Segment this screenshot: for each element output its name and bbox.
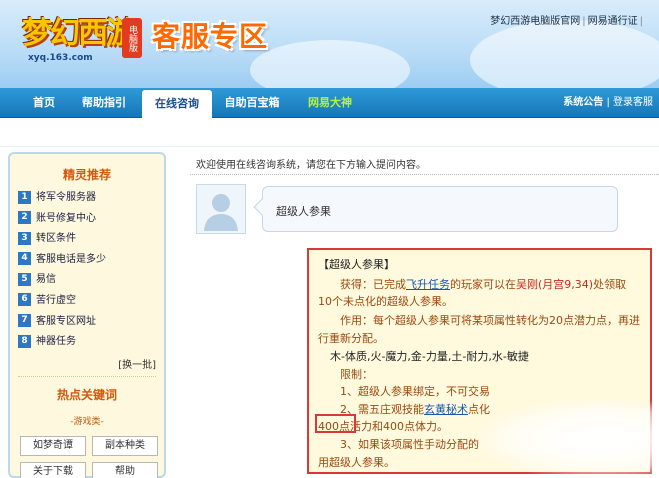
- limit-text: 和400点体力。: [372, 420, 448, 433]
- answer-attributes: 木-体质,火-魔力,金-力量,土-耐力,水-敏捷: [330, 350, 529, 363]
- item-number: 1: [18, 190, 31, 204]
- welcome-text: 欢迎使用在线咨询系统，请您在下方输入提问内容。: [196, 160, 426, 171]
- list-item[interactable]: 1 将军令服务器: [18, 188, 158, 209]
- item-number: 7: [18, 314, 31, 328]
- header-cloud: [250, 40, 410, 88]
- item-label: 账号修复中心: [36, 212, 96, 224]
- answer-obtain: 获得：已完成飞升任务的玩家可以在吴刚(月宫9,34)处领取: [340, 276, 626, 292]
- answer-limit-3-line2: 用超级人参果。: [318, 456, 395, 469]
- link-separator: |: [639, 16, 643, 27]
- list-item[interactable]: 3 转区条件: [18, 229, 158, 250]
- nav-help[interactable]: 帮助指引: [72, 88, 136, 118]
- sidebar-title: 精灵推荐: [62, 168, 111, 182]
- highlight-box: [315, 414, 356, 433]
- answer-title: 【超级人参果】: [318, 258, 395, 271]
- answer-limit-2: 2、需五庄观技能玄黄秘术点化: [340, 401, 490, 417]
- answer-limit-1: 1、超级人参果绑定，不可交易: [340, 385, 490, 398]
- obtain-text: 获得：已完成: [340, 278, 406, 291]
- top-links: 梦幻西游电脑版官网 | 网易通行证 |: [490, 12, 645, 27]
- link-separator: |: [582, 16, 586, 27]
- nav-online-consult[interactable]: 在线咨询: [142, 90, 212, 119]
- item-number: 3: [18, 231, 31, 245]
- tag-button[interactable]: 帮助: [92, 462, 158, 478]
- hot-keywords-title: 热点关键词: [56, 388, 117, 402]
- sidebar: 精灵推荐 1 将军令服务器 2 账号修复中心 3 转区条件 4 客服电话是多少 5 易信 …: [8, 152, 166, 478]
- list-item[interactable]: 4 客服电话是多少: [18, 250, 158, 271]
- system-notice-link[interactable]: 系统公告: [563, 97, 603, 108]
- answer-use: 作用：每个超级人参果可将某项属性转化为20点潜力点，再进: [340, 314, 640, 327]
- list-item[interactable]: 8 神器任务: [18, 332, 158, 353]
- item-label: 易信: [36, 274, 56, 286]
- item-number: 8: [18, 334, 31, 348]
- item-number: 4: [18, 252, 31, 266]
- swap-batch-link[interactable]: [换一批]: [118, 356, 156, 371]
- item-label: 转区条件: [36, 233, 76, 245]
- item-number: 6: [18, 293, 31, 307]
- logo-badge: 电脑版: [122, 18, 142, 58]
- item-label: 苦行虚空: [36, 294, 76, 306]
- list-item[interactable]: 7 客服专区网址: [18, 312, 158, 333]
- login-link[interactable]: 登录客服: [613, 97, 653, 108]
- item-number: 2: [18, 211, 31, 225]
- zone-title: 客服专区: [152, 20, 269, 53]
- watermark-overlay: [478, 400, 659, 478]
- main-nav: 首页 帮助指引 在线咨询 自助百宝箱 网易大神 系统公告 | 登录客服: [0, 88, 659, 119]
- item-label: 神器任务: [36, 336, 76, 348]
- item-label: 客服专区网址: [36, 315, 96, 327]
- user-silhouette-icon: [204, 194, 238, 231]
- tag-button[interactable]: 如梦奇谭: [20, 436, 86, 456]
- answer-obtain-line2: 10个未点化的超级人参果。: [318, 295, 453, 308]
- sidebar-divider: [18, 376, 156, 377]
- nav-netease-dashen[interactable]: 网易大神: [296, 88, 364, 118]
- answer-limit-title: 限制：: [340, 368, 373, 381]
- site-header: 梦幻西游 电脑版 xyq.163.com 客服专区 梦幻西游电脑版官网 | 网易通行…: [0, 0, 659, 88]
- official-site-link[interactable]: 梦幻西游电脑版官网: [490, 16, 580, 27]
- skill-link[interactable]: 玄黄秘术: [424, 403, 468, 416]
- nav-self-service[interactable]: 自助百宝箱: [218, 88, 286, 118]
- list-item[interactable]: 6 苦行虚空: [18, 291, 158, 312]
- question-text: 超级人参果: [276, 205, 331, 218]
- item-label: 客服电话是多少: [36, 253, 106, 265]
- answer-limit-3: 3、如果该项属性手动分配的: [340, 438, 479, 451]
- question-bubble: 超级人参果: [253, 186, 618, 232]
- list-item[interactable]: 2 账号修复中心: [18, 209, 158, 230]
- item-number: 5: [18, 272, 31, 286]
- tag-button[interactable]: 副本种类: [92, 436, 158, 456]
- user-avatar: [196, 184, 246, 234]
- nav-home[interactable]: 首页: [22, 88, 66, 118]
- obtain-text: 处领取: [593, 278, 627, 291]
- recommend-list: 1 将军令服务器 2 账号修复中心 3 转区条件 4 客服电话是多少 5 易信 6 苦行虚空…: [18, 188, 158, 353]
- ascension-quest-link[interactable]: 飞升任务: [406, 278, 450, 291]
- passport-link[interactable]: 网易通行证: [588, 16, 638, 27]
- game-logo[interactable]: 梦幻西游 电脑版 xyq.163.com: [8, 6, 146, 66]
- item-label: 将军令服务器: [36, 192, 96, 203]
- header-cloud: [470, 20, 659, 88]
- welcome-divider: [190, 174, 659, 175]
- obtain-text: 的玩家可以在: [450, 278, 516, 291]
- logo-text: 梦幻西游: [22, 16, 136, 51]
- hot-category: -游戏类-: [70, 417, 104, 427]
- bubble-arrow: [253, 198, 271, 216]
- sub-strip: [0, 119, 659, 147]
- logo-url: xyq.163.com: [28, 53, 93, 63]
- list-item[interactable]: 5 易信: [18, 270, 158, 291]
- answer-use-line2: 行重新分配。: [318, 332, 384, 345]
- tag-button[interactable]: 关于下载: [20, 462, 86, 478]
- npc-location: 吴刚(月宫9,34): [516, 278, 594, 291]
- nav-right: 系统公告 | 登录客服: [563, 88, 653, 118]
- nav-separator: |: [603, 97, 613, 108]
